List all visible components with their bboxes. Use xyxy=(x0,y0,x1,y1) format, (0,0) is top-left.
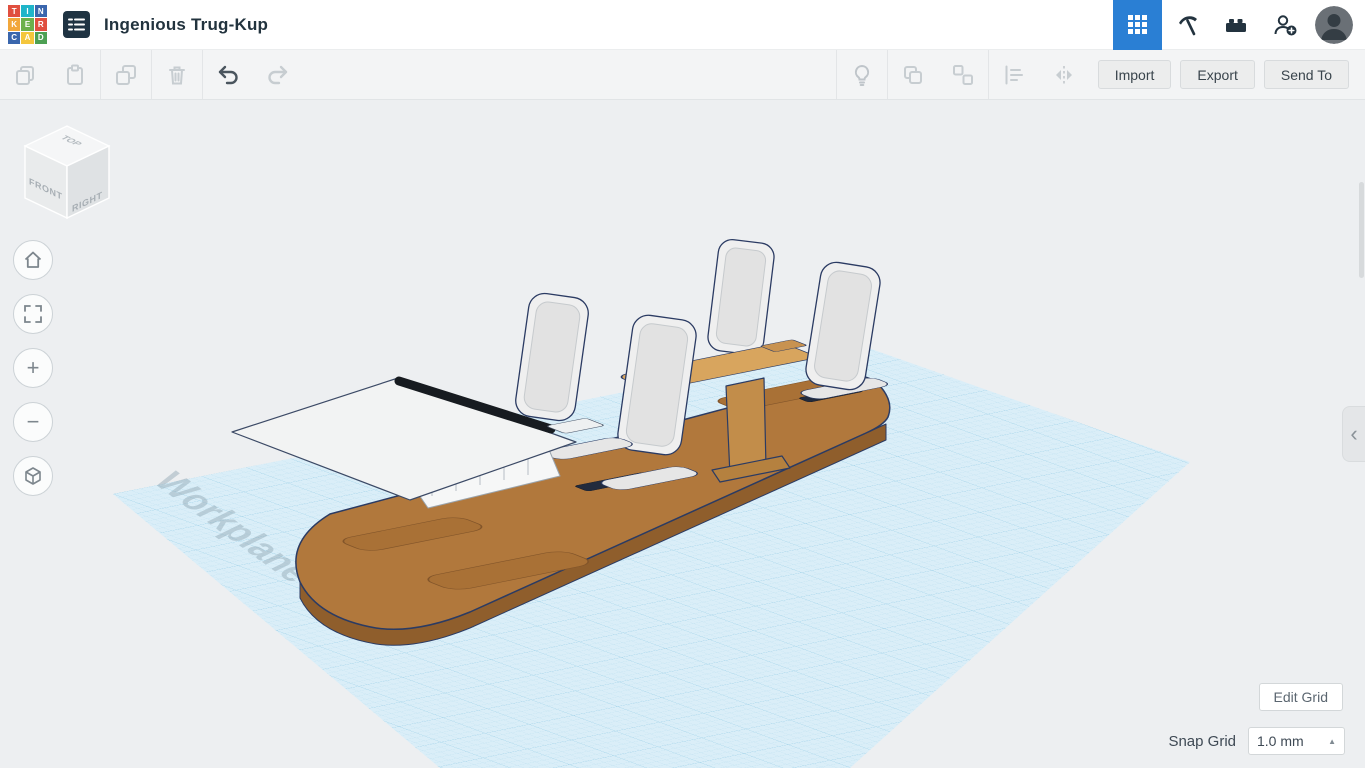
delete-button[interactable] xyxy=(152,50,202,99)
app-header: T I N K E R C A D Ingenious Trug-Kup xyxy=(0,0,1365,50)
design-menu-button[interactable] xyxy=(63,11,90,38)
redo-icon xyxy=(268,65,288,84)
dashboard-grid-button[interactable] xyxy=(1113,0,1162,50)
lego-export-button[interactable] xyxy=(1211,0,1260,50)
home-icon xyxy=(24,251,42,268)
logo-tile: T xyxy=(8,5,21,18)
logo-tile: I xyxy=(21,5,34,18)
paste-icon xyxy=(67,64,83,85)
zoom-out-button[interactable]: − xyxy=(13,402,53,442)
mirror-icon xyxy=(1055,65,1072,84)
align-icon xyxy=(1005,65,1023,84)
ungroup-icon xyxy=(952,64,973,85)
send-to-button[interactable]: Send To xyxy=(1263,60,1349,89)
undo-button[interactable] xyxy=(203,50,253,99)
grid-icon xyxy=(1128,15,1147,34)
view-cube[interactable]: TOP FRONT RIGHT xyxy=(12,120,122,231)
fit-view-icon xyxy=(24,305,42,323)
snap-grid-label: Snap Grid xyxy=(1168,732,1236,750)
logo-tile: D xyxy=(34,31,47,44)
copy-button[interactable] xyxy=(0,50,50,99)
list-icon xyxy=(68,18,85,31)
scrollbar[interactable] xyxy=(1359,182,1364,278)
avatar-icon xyxy=(1315,5,1353,44)
logo-tile: K xyxy=(8,18,21,31)
ungroup-button[interactable] xyxy=(938,50,988,99)
snap-grid-select[interactable]: 1.0 mm ▲ xyxy=(1248,727,1345,755)
logo-tile: R xyxy=(34,18,47,31)
minecraft-export-button[interactable] xyxy=(1162,0,1211,50)
trash-icon xyxy=(169,66,185,84)
group-icon xyxy=(903,65,922,84)
edit-grid-button[interactable]: Edit Grid xyxy=(1258,683,1343,711)
edit-toolbar: Import Export Send To xyxy=(0,50,1365,100)
caret-up-icon: ▲ xyxy=(1328,736,1336,746)
show-all-button[interactable] xyxy=(837,50,887,99)
export-button[interactable]: Export xyxy=(1180,60,1255,89)
perspective-cube-icon xyxy=(25,467,41,485)
group-button[interactable] xyxy=(888,50,938,99)
tinkercad-logo[interactable]: T I N K E R C A D xyxy=(8,5,47,44)
snap-grid-value: 1.0 mm xyxy=(1257,733,1304,749)
collapse-panel-tab[interactable]: ‹ xyxy=(1342,406,1365,462)
paste-button[interactable] xyxy=(50,50,100,99)
copy-icon xyxy=(16,65,34,85)
snap-grid-controls: Snap Grid 1.0 mm ▲ xyxy=(1168,727,1345,755)
chevron-left-icon: ‹ xyxy=(1350,421,1358,446)
account-avatar[interactable] xyxy=(1315,5,1353,44)
duplicate-icon xyxy=(116,64,136,85)
add-person-icon xyxy=(1274,14,1296,35)
minus-icon: − xyxy=(26,409,40,434)
redo-button[interactable] xyxy=(253,50,303,99)
brick-icon xyxy=(1225,18,1246,32)
mirror-button[interactable] xyxy=(1039,50,1089,99)
design-title: Ingenious Trug-Kup xyxy=(104,14,269,34)
logo-tile: A xyxy=(21,31,34,44)
pickaxe-icon xyxy=(1178,15,1197,35)
undo-icon xyxy=(218,65,238,84)
fit-view-button[interactable] xyxy=(13,294,53,334)
seat-right[interactable] xyxy=(796,260,892,400)
share-button[interactable] xyxy=(1260,0,1309,50)
view-nav: + − xyxy=(13,240,53,496)
perspective-toggle-button[interactable] xyxy=(13,456,53,496)
logo-tile: C xyxy=(8,31,21,44)
align-button[interactable] xyxy=(989,50,1039,99)
duplicate-button[interactable] xyxy=(101,50,151,99)
logo-tile: E xyxy=(21,18,34,31)
logo-tile: N xyxy=(34,5,47,18)
lightbulb-icon xyxy=(854,64,869,86)
plus-icon: + xyxy=(26,355,40,380)
import-button[interactable]: Import xyxy=(1097,60,1172,89)
home-view-button[interactable] xyxy=(13,240,53,280)
3d-viewport[interactable]: Workplane xyxy=(0,0,1365,768)
zoom-in-button[interactable]: + xyxy=(13,348,53,388)
